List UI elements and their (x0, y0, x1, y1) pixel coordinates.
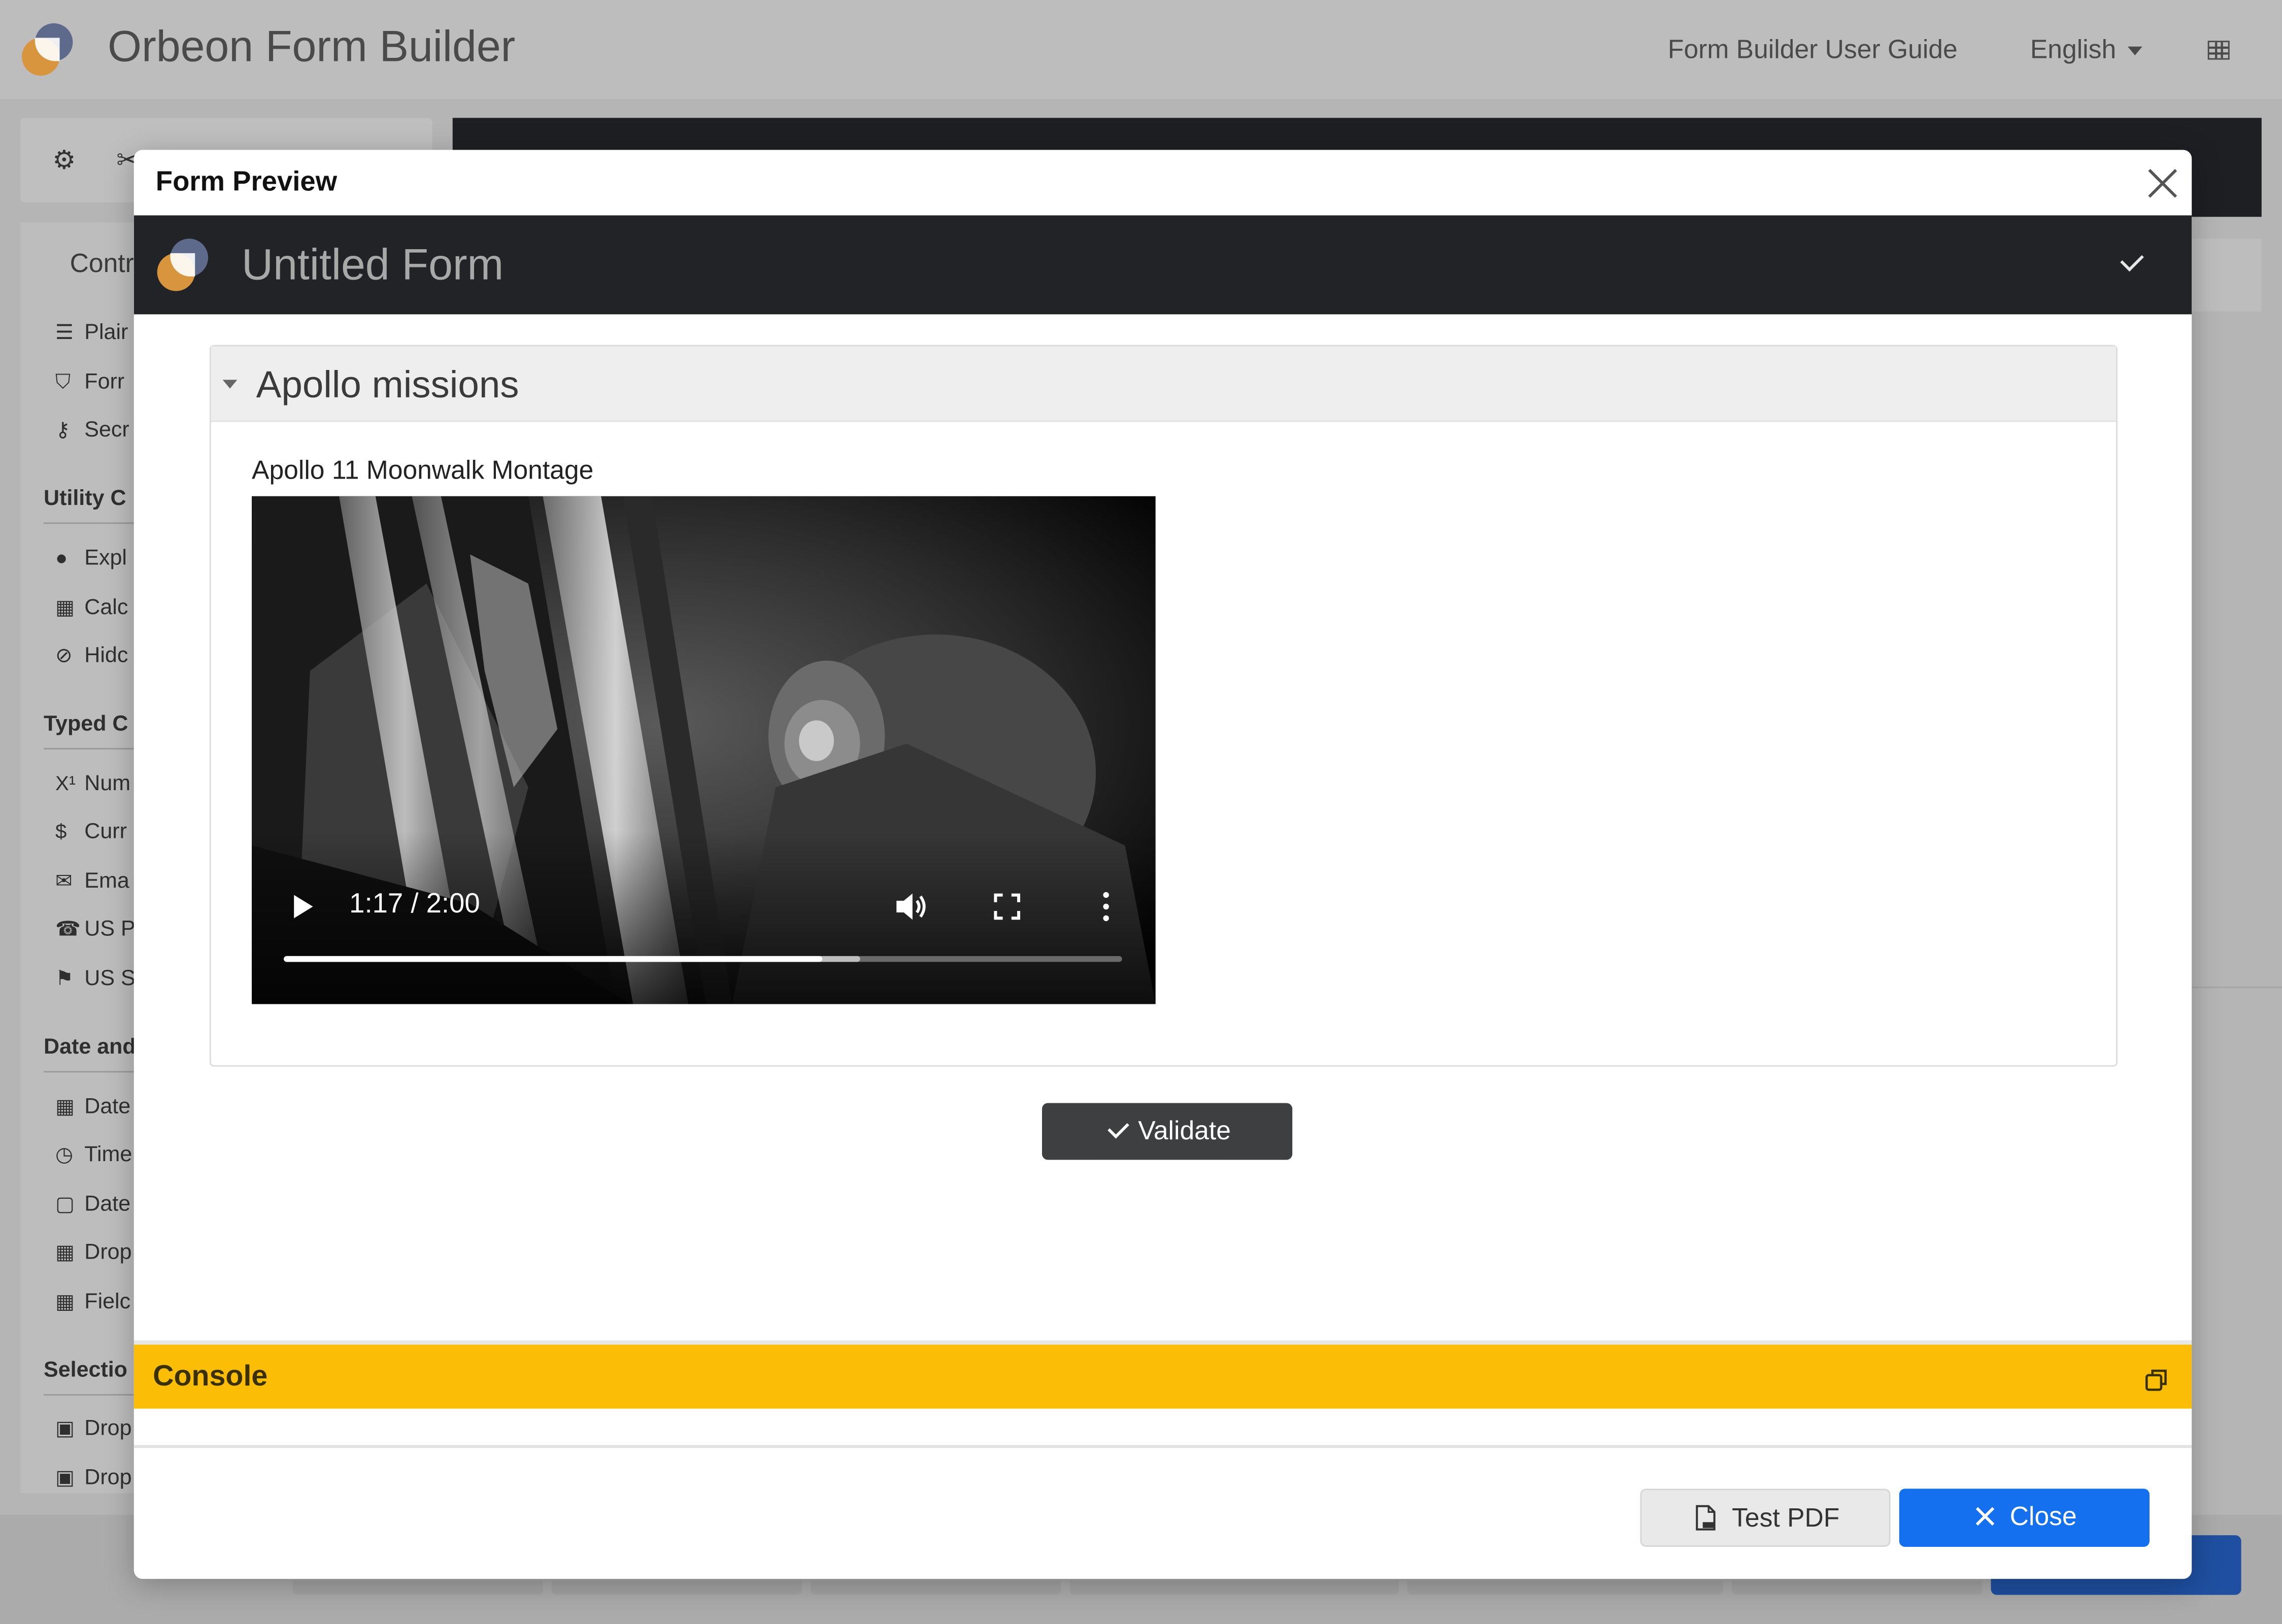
fullscreen-icon[interactable] (994, 893, 1020, 920)
dialog-title: Form Preview (155, 167, 338, 198)
caret-down-icon[interactable] (222, 380, 238, 389)
key-icon: ⚷ (55, 417, 71, 441)
sidebar-item[interactable]: ◷ Time (55, 1142, 132, 1167)
user-guide-link[interactable]: Form Builder User Guide (1668, 35, 1958, 65)
dollar-icon: $ (55, 819, 67, 843)
phone-icon: ☎ (55, 917, 81, 940)
sidebar-item[interactable]: X¹ Num (55, 771, 130, 796)
clock-icon: ◷ (55, 1142, 73, 1166)
calendar-outline-icon: ▢ (55, 1192, 75, 1215)
test-pdf-button[interactable]: Test PDF (1640, 1488, 1891, 1547)
comment-icon: ● (55, 546, 68, 569)
calendar-icon: ▦ (55, 1240, 75, 1263)
builder-panel (2192, 239, 2262, 312)
calculator-icon: ▦ (55, 595, 75, 619)
form-preview-dialog: Form Preview Untitled Form Apollo missio… (133, 150, 2192, 1579)
close-icon[interactable] (2148, 167, 2177, 196)
sidebar-item[interactable]: ● Expl (55, 546, 127, 570)
divider (133, 1340, 2192, 1345)
divider (44, 522, 134, 524)
sidebar-item[interactable]: ▣ Drop (55, 1416, 132, 1441)
divider (44, 1394, 134, 1396)
close-icon (1975, 1506, 1995, 1527)
caret-square-icon: ▣ (55, 1465, 75, 1489)
bottom-button[interactable] (1069, 1580, 1399, 1595)
envelope-icon: ✉ (55, 868, 73, 892)
sidebar-item[interactable]: ✉ Ema (55, 869, 129, 894)
validate-button[interactable]: Validate (1042, 1103, 1293, 1160)
flag-icon: ⚑ (55, 966, 74, 990)
app-header: Orbeon Form Builder Form Builder User Gu… (0, 0, 2282, 99)
bottom-button[interactable] (1732, 1580, 1983, 1595)
section-apollo-missions: Apollo missions Apollo 11 Moonwalk Monta… (209, 345, 2118, 1067)
language-label: English (2030, 35, 2117, 64)
sidebar-category: Date and (44, 1034, 136, 1060)
sidebar-item[interactable]: ▢ Date (55, 1192, 130, 1216)
close-button[interactable]: Close (1899, 1488, 2150, 1547)
validate-label: Validate (1138, 1116, 1231, 1145)
calendar-icon: ▦ (55, 1094, 75, 1118)
sidebar-item[interactable]: ⛉ Forr (55, 369, 124, 394)
video-progress-bar[interactable] (284, 956, 1122, 962)
app-title: Orbeon Form Builder (108, 23, 516, 72)
sidebar-item[interactable]: ▣ Drop (55, 1465, 132, 1490)
divider (2192, 987, 2282, 988)
orbeon-logo (22, 23, 74, 76)
play-icon[interactable] (294, 895, 313, 919)
form-header: Untitled Form (133, 215, 2192, 315)
video-field-label: Apollo 11 Moonwalk Montage (252, 455, 594, 485)
chevron-down-icon (2128, 47, 2142, 56)
check-icon[interactable] (2120, 248, 2144, 272)
section-header[interactable]: Apollo missions (211, 346, 2117, 422)
sidebar-item[interactable]: ▦ Drop (55, 1240, 132, 1265)
sidebar-item[interactable]: ⊘ Hidc (55, 643, 128, 668)
bottom-button[interactable] (292, 1580, 543, 1595)
volume-icon[interactable] (894, 891, 929, 923)
eye-slash-icon: ⊘ (55, 643, 73, 667)
video-player[interactable]: 1:17 / 2:00 (252, 496, 1156, 1004)
sidebar-item[interactable]: $ Curr (55, 819, 127, 844)
paragraph-icon: ☰ (55, 320, 74, 344)
superscript-icon: X¹ (55, 771, 76, 795)
sidebar-category: Utility C (44, 486, 126, 511)
grid-icon[interactable] (2207, 41, 2230, 60)
sidebar-item[interactable]: ⚷ Secr (55, 418, 129, 443)
sidebar-heading: Contr (70, 249, 134, 278)
sidebar-item[interactable]: ▦ Calc (55, 595, 128, 620)
form-title: Untitled Form (241, 241, 504, 290)
console-title: Console (153, 1361, 268, 1393)
sidebar-category: Selectio (44, 1358, 127, 1383)
bottom-button[interactable] (1407, 1580, 1723, 1595)
calendar-icon: ▦ (55, 1289, 75, 1313)
bottom-button[interactable] (811, 1580, 1061, 1595)
sidebar-item[interactable]: ⚑ US S (55, 966, 136, 991)
test-pdf-label: Test PDF (1732, 1503, 1840, 1533)
divider (44, 1071, 134, 1073)
sidebar-item[interactable]: ▦ Fielc (55, 1290, 130, 1314)
sidebar-item[interactable]: ☎ US P (55, 917, 136, 941)
check-icon (1108, 1116, 1129, 1139)
html5-icon: ⛉ (55, 369, 71, 393)
console-panel-header[interactable]: Console (133, 1344, 2192, 1409)
more-options-icon[interactable] (1102, 892, 1111, 924)
caret-square-icon: ▣ (55, 1415, 75, 1439)
orbeon-logo (157, 239, 210, 291)
divider (44, 748, 134, 750)
close-label: Close (2009, 1502, 2077, 1531)
played-range (284, 956, 822, 962)
sidebar-category: Typed C (44, 712, 128, 736)
sidebar-item[interactable]: ☰ Plair (55, 320, 128, 345)
section-title: Apollo missions (256, 362, 519, 407)
file-pdf-icon (1696, 1505, 1716, 1531)
window-restore-icon[interactable] (2145, 1368, 2168, 1391)
video-time: 1:17 / 2:00 (349, 889, 480, 920)
language-selector[interactable]: English (2030, 35, 2142, 65)
cogs-icon[interactable]: ⚙ (52, 146, 76, 176)
bottom-button[interactable] (551, 1580, 802, 1595)
divider (133, 1445, 2192, 1448)
sidebar-item[interactable]: ▦ Date (55, 1094, 130, 1119)
dialog-header: Form Preview (133, 150, 2192, 216)
